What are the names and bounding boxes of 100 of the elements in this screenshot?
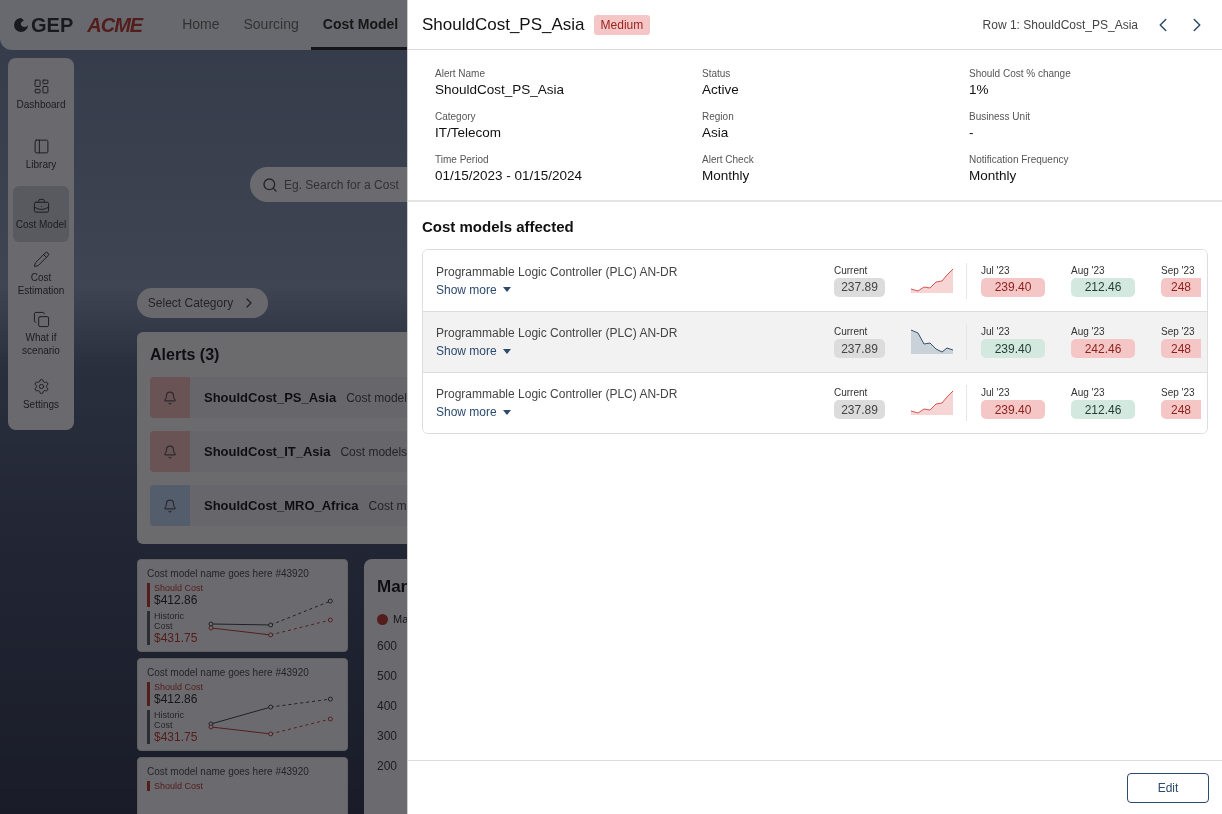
field-value: ShouldCost_PS_Asia: [435, 82, 566, 97]
month-value: 248: [1161, 400, 1201, 419]
alert-description: Cost model: [346, 390, 407, 405]
bell-icon: [163, 498, 177, 513]
stat-label: Current: [834, 326, 869, 337]
alert-item[interactable]: ShouldCost_PS_Asia Cost model: [150, 377, 407, 418]
axis-label: 600: [377, 640, 399, 652]
bell-icon: [163, 390, 177, 405]
select-category-button[interactable]: Select Category: [137, 288, 268, 318]
axis-label: 500: [377, 670, 399, 682]
metric-label: Should Cost: [154, 781, 204, 791]
stat-label: Jul '23: [981, 264, 1011, 276]
stat-label: Aug '23: [1071, 387, 1106, 398]
cost-model-title: Cost model name goes here #43920: [147, 766, 310, 777]
bell-icon: [163, 444, 177, 459]
section-title: Cost models affected: [421, 217, 575, 237]
field-value: IT/Telecom: [435, 125, 503, 140]
edit-button[interactable]: Edit: [1127, 772, 1209, 803]
sparkline-drawing: [910, 389, 954, 417]
legend-dot-icon: [377, 613, 388, 625]
month-value: 212.46: [1071, 277, 1135, 297]
cost-model-card[interactable]: Cost model name goes here #43920 Should Cost $412.86 Historic Cost $431.75: [137, 559, 348, 652]
field-value: Asia: [702, 125, 730, 140]
dashboard-icon: [32, 77, 50, 95]
stat-label: Jul '23: [981, 387, 1011, 398]
settings-icon: [32, 377, 50, 395]
logo: GEP: [13, 13, 74, 37]
sparkline-drawing: [910, 266, 954, 295]
axis-label: 200: [377, 760, 399, 772]
sidebar-item[interactable]: Cost Model: [13, 186, 69, 242]
stat-label: Aug '23: [1071, 264, 1106, 276]
field-label: Alert Check: [702, 154, 755, 165]
field-value: Active: [702, 82, 740, 97]
panel-icon: [32, 137, 50, 155]
show-more-link[interactable]: Show more: [436, 344, 511, 358]
field-value: 01/15/2023 - 01/15/2024: [435, 168, 584, 183]
current-value: 237.89: [834, 400, 885, 419]
month-value: 248: [1161, 339, 1201, 358]
axis-label: 300: [377, 730, 399, 742]
stat-label: Sep '23: [1161, 326, 1196, 337]
field-value: Monthly: [969, 168, 1018, 183]
field-label: Alert Name: [435, 68, 486, 79]
month-value: 239.40: [981, 277, 1045, 297]
severity-badge: Medium: [593, 14, 651, 35]
metric-value: $431.75: [154, 730, 199, 744]
cost-model-row[interactable]: Programmable Logic Controller (PLC) AN-DR Show more Current 237.89 Jul '23 239.40 Aug '23 212.46 Sep '23 248: [423, 372, 1207, 433]
row-label: Row 1: ShouldCost_PS_Asia: [982, 17, 1138, 32]
caret-icon: [502, 409, 511, 415]
show-more-link[interactable]: Show more: [436, 405, 511, 419]
stat-label: Current: [834, 264, 869, 276]
alert-name: ShouldCost_PS_Asia: [204, 390, 337, 405]
sidebar-item[interactable]: Library: [13, 126, 69, 182]
cost-model-card[interactable]: Cost model name goes here #43920 Should Cost: [137, 757, 348, 814]
cost-model-card[interactable]: Cost model name goes here #43920 Should Cost $412.86 Historic Cost $431.75: [137, 658, 348, 751]
alerts-title: Alerts (3): [150, 346, 221, 364]
stat-label: Sep '23: [1161, 264, 1196, 276]
field-label: Category: [435, 111, 477, 122]
field-label: Status: [702, 68, 732, 79]
metric-value: $412.86: [154, 692, 199, 706]
search-field[interactable]: Eg. Search for a Cost: [250, 167, 407, 202]
chart-title: Mar: [377, 577, 407, 597]
stat-label: Jul '23: [981, 326, 1011, 337]
brand-logo: ACME: [87, 13, 143, 37]
metric-value: $412.86: [154, 593, 199, 607]
panel-title: ShouldCost_PS_Asia: [422, 14, 585, 35]
field-value: -: [969, 125, 975, 140]
field-label: Region: [702, 111, 735, 122]
stat-label: Current: [834, 387, 869, 398]
copy-icon: [32, 311, 50, 328]
field-value: 1%: [969, 82, 990, 97]
sparkline-drawing: [910, 328, 954, 356]
sidebar-item[interactable]: What if scenario: [13, 306, 69, 362]
cost-model-name: Programmable Logic Controller (PLC) AN-DR: [436, 387, 679, 401]
pencil-icon: [32, 251, 50, 268]
stat-label: Sep '23: [1161, 387, 1196, 398]
sidebar-item[interactable]: Settings: [13, 366, 69, 422]
cost-model-row[interactable]: Programmable Logic Controller (PLC) AN-DR Show more Current 237.89 Jul '23 239.40 Aug '23 242.46 Sep '23 248: [423, 311, 1207, 372]
cost-model-name: Programmable Logic Controller (PLC) AN-DR: [436, 264, 679, 279]
field-label: Time Period: [435, 154, 490, 165]
alert-name: ShouldCost_IT_Asia: [204, 444, 331, 459]
alert-description: Cost models: [340, 444, 407, 459]
field-label: Notification Frequency: [969, 154, 1070, 165]
alert-name: ShouldCost_MRO_Africa: [204, 498, 359, 513]
cost-model-title: Cost model name goes here #43920: [147, 568, 310, 579]
stat-label: Aug '23: [1071, 326, 1106, 337]
search-icon: [262, 177, 278, 193]
cost-model-title: Cost model name goes here #43920: [147, 667, 310, 678]
current-value: 237.89: [834, 339, 885, 358]
sidebar-item[interactable]: Dashboard: [13, 66, 69, 122]
month-value: 239.40: [981, 339, 1045, 358]
month-value: 212.46: [1071, 400, 1135, 419]
alert-item[interactable]: ShouldCost_MRO_Africa Cost m: [150, 485, 407, 526]
show-more-link[interactable]: Show more: [436, 282, 511, 297]
field-value: Monthly: [702, 168, 751, 183]
month-value: 248: [1161, 277, 1201, 297]
field-label: Business Unit: [969, 111, 1032, 122]
alert-item[interactable]: ShouldCost_IT_Asia Cost models: [150, 431, 407, 472]
metric-label: Should Cost: [154, 682, 205, 692]
metric-label: Should Cost: [154, 583, 205, 593]
sidebar-item[interactable]: Cost Estimation: [13, 246, 69, 302]
